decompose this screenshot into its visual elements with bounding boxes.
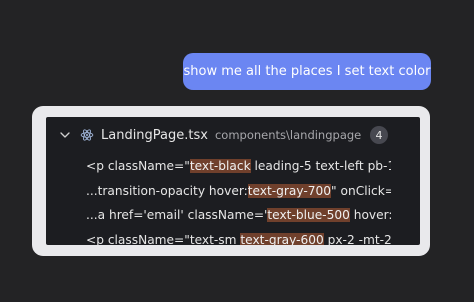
- match-text-before: <p className=": [86, 159, 190, 173]
- react-file-icon: [80, 128, 94, 142]
- search-results-panel: LandingPage.tsx components\landingpage 4…: [46, 117, 420, 245]
- match-text-after: " onClick={...: [331, 183, 391, 198]
- match-highlight: text-blue-500: [267, 208, 350, 222]
- match-line[interactable]: ...transition-opacity hover:text-gray-70…: [86, 179, 391, 204]
- match-line[interactable]: <p className="text-sm text-gray-600 px-2…: [86, 228, 391, 246]
- match-list: <p className="text-black leading-5 text-…: [86, 154, 391, 245]
- match-highlight: text-black: [189, 159, 251, 173]
- user-message-bubble: show me all the places I set text color: [183, 53, 431, 90]
- match-text-after: leading-5 text-left pb-1...: [254, 159, 391, 173]
- chat-window: show me all the places I set text color: [0, 0, 474, 302]
- match-line[interactable]: <p className="text-black leading-5 text-…: [86, 154, 391, 179]
- match-highlight: text-gray-600: [240, 232, 324, 245]
- match-text-after: px-2 -mt-2 ...: [327, 232, 391, 246]
- match-text-after: hover:u...: [353, 208, 391, 222]
- match-text-before: <p className="text-sm: [86, 232, 241, 246]
- user-message-text: show me all the places I set text color: [183, 64, 431, 79]
- file-name[interactable]: LandingPage.tsx: [101, 128, 208, 143]
- match-count-badge: 4: [370, 126, 388, 144]
- file-result-header[interactable]: LandingPage.tsx components\landingpage 4: [58, 124, 410, 146]
- match-highlight: text-gray-700: [247, 183, 332, 198]
- chevron-down-icon[interactable]: [58, 128, 72, 142]
- match-text-before: ...transition-opacity hover:: [86, 183, 248, 198]
- match-text-before: ...a href='email' className=': [86, 208, 268, 222]
- search-results-card: LandingPage.tsx components\landingpage 4…: [32, 106, 430, 256]
- file-path: components\landingpage: [214, 128, 362, 142]
- match-line[interactable]: ...a href='email' className='text-blue-5…: [86, 203, 391, 228]
